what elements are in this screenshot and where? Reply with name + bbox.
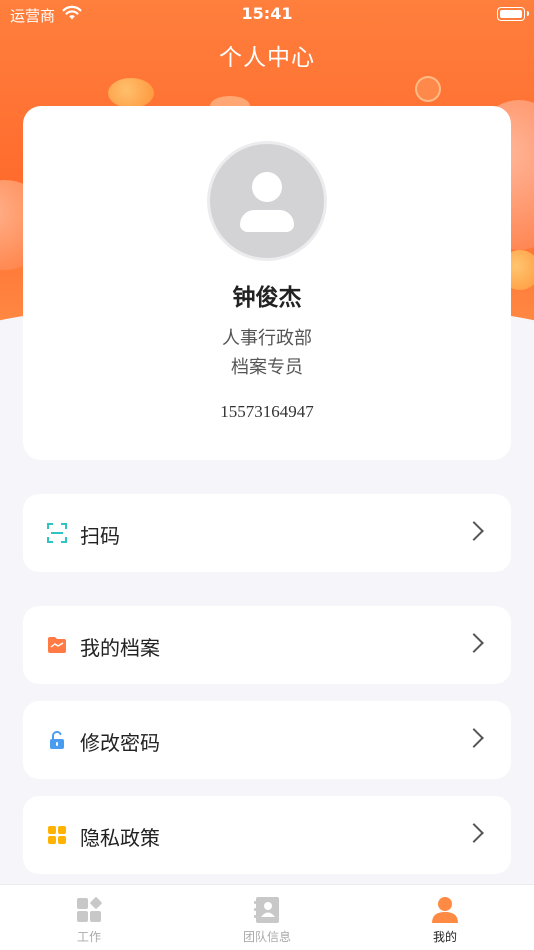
tab-mine[interactable]: 我的 <box>356 885 534 950</box>
menu-item-label: 我的档案 <box>80 636 160 660</box>
profile-card: 钟俊杰 人事行政部 档案专员 15573164947 <box>23 106 511 460</box>
menu-item-change-password[interactable]: 修改密码 <box>23 701 511 779</box>
menu-item-label: 扫码 <box>80 524 120 548</box>
user-phone: 15573164947 <box>220 402 314 421</box>
user-position: 档案专员 <box>231 357 303 378</box>
person-icon <box>432 897 458 923</box>
scan-icon <box>47 523 67 543</box>
chevron-right-icon <box>464 823 484 843</box>
status-bar: 运营商 15:41 <box>0 0 534 28</box>
battery-icon <box>497 7 529 21</box>
menu-item-privacy-policy[interactable]: 隐私政策 <box>23 796 511 874</box>
contacts-icon <box>254 897 279 923</box>
avatar-body-shape <box>240 210 294 232</box>
page-title: 个人中心 <box>219 45 315 71</box>
chevron-right-icon <box>464 633 484 653</box>
user-name: 钟俊杰 <box>232 285 302 311</box>
menu-item-scan[interactable]: 扫码 <box>23 494 511 572</box>
chevron-right-icon <box>464 521 484 541</box>
menu-item-label: 隐私政策 <box>80 826 160 850</box>
tab-label: 团队信息 <box>242 930 291 944</box>
tab-work[interactable]: 工作 <box>0 885 178 950</box>
work-grid-icon <box>77 897 102 922</box>
decorative-bubble <box>415 76 441 102</box>
tab-bar: 工作 团队信息 我的 <box>0 884 534 950</box>
tab-label: 工作 <box>76 930 101 944</box>
decorative-coin <box>108 78 154 108</box>
grid-icon <box>48 826 66 844</box>
chevron-right-icon <box>464 728 484 748</box>
folder-icon <box>48 637 66 653</box>
clock: 15:41 <box>241 4 293 23</box>
menu-item-my-archive[interactable]: 我的档案 <box>23 606 511 684</box>
menu-item-label: 修改密码 <box>80 731 160 755</box>
unlock-icon <box>50 730 64 749</box>
avatar-head-shape <box>252 172 282 202</box>
tab-team-info[interactable]: 团队信息 <box>178 885 356 950</box>
user-department: 人事行政部 <box>222 328 312 349</box>
tab-label: 我的 <box>432 930 457 944</box>
avatar[interactable] <box>207 141 327 261</box>
